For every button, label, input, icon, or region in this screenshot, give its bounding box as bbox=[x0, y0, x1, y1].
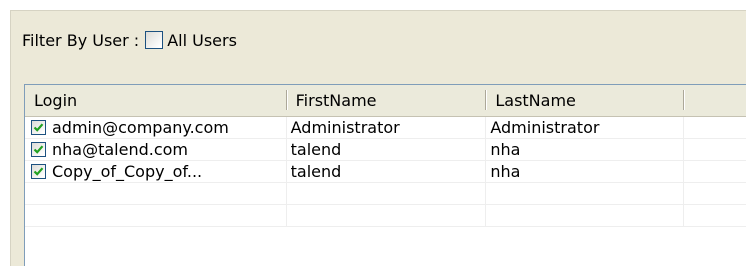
empty-table-row bbox=[25, 183, 746, 205]
check-icon bbox=[33, 123, 44, 132]
login-text: Copy_of_Copy_of... bbox=[52, 162, 203, 181]
table-header: Login FirstName LastName bbox=[25, 85, 746, 117]
empty-cell bbox=[287, 183, 487, 204]
column-header-login[interactable]: Login bbox=[25, 85, 287, 116]
empty-cell bbox=[684, 205, 746, 226]
firstname-cell: Administrator bbox=[287, 117, 487, 138]
table-row[interactable]: Copy_of_Copy_of... talend nha bbox=[25, 161, 746, 183]
empty-cell bbox=[25, 205, 287, 226]
table-row[interactable]: admin@company.com Administrator Administ… bbox=[25, 117, 746, 139]
check-icon bbox=[33, 145, 44, 154]
column-header-filler bbox=[684, 85, 746, 116]
empty-cell bbox=[486, 183, 685, 204]
firstname-cell: talend bbox=[287, 139, 487, 160]
empty-cell bbox=[684, 183, 746, 204]
empty-cell bbox=[25, 183, 287, 204]
lastname-cell: Administrator bbox=[486, 117, 685, 138]
column-header-lastname[interactable]: LastName bbox=[486, 85, 684, 116]
row-checkbox[interactable] bbox=[31, 142, 46, 157]
lastname-cell: nha bbox=[486, 161, 685, 182]
all-users-checkbox-box[interactable] bbox=[145, 31, 164, 49]
row-checkbox[interactable] bbox=[31, 164, 46, 179]
table-body: admin@company.com Administrator Administ… bbox=[25, 117, 746, 227]
filler-cell bbox=[684, 139, 746, 160]
filler-cell bbox=[684, 117, 746, 138]
empty-table-row bbox=[25, 205, 746, 227]
filter-row: Filter By User : All Users bbox=[22, 26, 237, 54]
all-users-checkbox[interactable]: All Users bbox=[145, 31, 237, 50]
login-cell: Copy_of_Copy_of... bbox=[25, 161, 287, 182]
lastname-cell: nha bbox=[486, 139, 685, 160]
login-text: nha@talend.com bbox=[52, 140, 189, 159]
check-icon bbox=[33, 167, 44, 176]
login-cell: nha@talend.com bbox=[25, 139, 287, 160]
all-users-label: All Users bbox=[167, 30, 237, 50]
empty-cell bbox=[287, 205, 487, 226]
firstname-cell: talend bbox=[287, 161, 487, 182]
empty-cell bbox=[486, 205, 685, 226]
filter-by-user-label: Filter By User : bbox=[22, 30, 140, 50]
filler-cell bbox=[684, 161, 746, 182]
login-cell: admin@company.com bbox=[25, 117, 287, 138]
row-checkbox[interactable] bbox=[31, 120, 46, 135]
users-table: Login FirstName LastName admin@company.c… bbox=[24, 84, 746, 266]
login-text: admin@company.com bbox=[52, 118, 229, 137]
column-header-firstname[interactable]: FirstName bbox=[287, 85, 487, 116]
table-row[interactable]: nha@talend.com talend nha bbox=[25, 139, 746, 161]
